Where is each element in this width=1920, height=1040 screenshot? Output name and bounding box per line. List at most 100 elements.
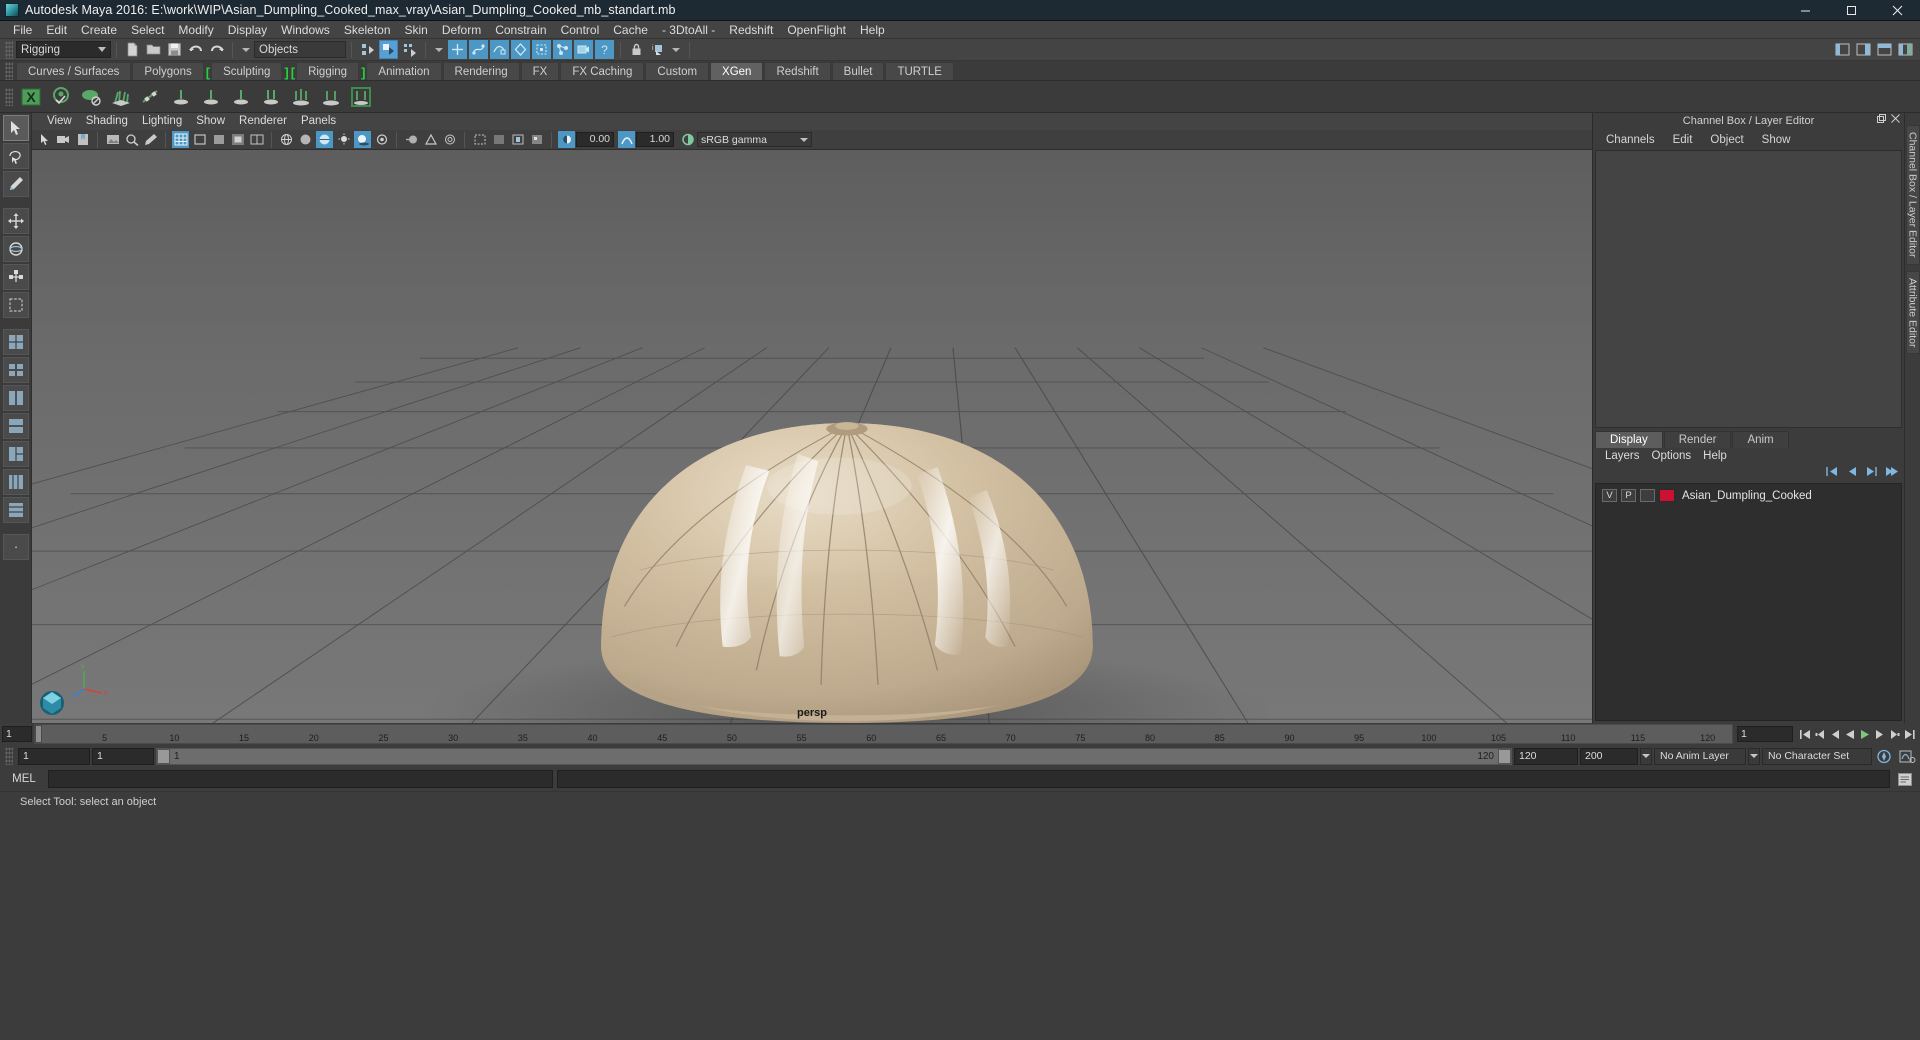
step-forward-key-icon[interactable] <box>1888 727 1902 742</box>
resolution-gate-icon[interactable] <box>210 131 227 148</box>
layer-editor-tab-render[interactable]: Render <box>1663 431 1732 448</box>
channel-box-menu-channels[interactable]: Channels <box>1597 131 1664 149</box>
grease-pencil-icon[interactable] <box>142 131 159 148</box>
step-back-key-icon[interactable] <box>1813 727 1827 742</box>
show-hide-tool-settings-icon[interactable] <box>1875 40 1894 59</box>
redo-icon[interactable] <box>207 40 226 59</box>
lock-icon[interactable] <box>627 40 646 59</box>
select-camera-icon[interactable] <box>36 131 53 148</box>
viewport-menu-renderer[interactable]: Renderer <box>232 113 294 130</box>
show-hide-attribute-editor-icon[interactable] <box>1854 40 1873 59</box>
side-tab-channel-box-layer-editor[interactable]: Channel Box / Layer Editor <box>1905 125 1920 265</box>
shelf-tab-curves-surfaces[interactable]: Curves / Surfaces <box>16 62 132 80</box>
film-gate-icon[interactable] <box>191 131 208 148</box>
range-slider-grip[interactable] <box>5 747 13 765</box>
command-language-label[interactable]: MEL <box>4 773 44 785</box>
multisample-aa-icon[interactable] <box>422 131 439 148</box>
viewport-menu-view[interactable]: View <box>40 113 79 130</box>
color-management-selector[interactable]: sRGB gamma <box>697 132 812 147</box>
range-end-handle[interactable] <box>1498 748 1511 764</box>
shelf-tab-redshift[interactable]: Redshift <box>764 62 831 80</box>
step-forward-frame-icon[interactable] <box>1873 727 1887 742</box>
xgen-preview-icon[interactable] <box>167 83 195 111</box>
screen-space-ao-icon[interactable] <box>373 131 390 148</box>
select-by-object-icon[interactable] <box>379 40 398 59</box>
field-chart-icon[interactable] <box>248 131 265 148</box>
mask-handle-icon[interactable] <box>448 40 467 59</box>
move-layer-down-icon[interactable] <box>1845 466 1858 480</box>
four-panes-icon[interactable] <box>2 469 29 495</box>
animation-start-time-field[interactable]: 1 <box>18 747 90 765</box>
save-scene-icon[interactable] <box>165 40 184 59</box>
menu-set-selector[interactable]: Rigging <box>16 41 111 58</box>
image-plane-icon[interactable] <box>104 131 121 148</box>
character-set-selector[interactable]: No Character Set <box>1762 747 1872 765</box>
select-tool-icon[interactable] <box>2 115 29 141</box>
gamma-value[interactable]: 1.00 <box>636 132 674 147</box>
mask-joint-icon[interactable] <box>553 40 572 59</box>
viewport-menu-show[interactable]: Show <box>189 113 232 130</box>
toolbar-grip[interactable] <box>5 40 13 59</box>
channel-box-content[interactable] <box>1595 150 1902 428</box>
menu-item-openflight[interactable]: OpenFlight <box>780 21 853 39</box>
command-input[interactable] <box>48 770 553 788</box>
quad-view-layout-icon[interactable] <box>2 329 29 355</box>
shelf-tab-rendering[interactable]: Rendering <box>442 62 520 80</box>
shade-with-wireframe-icon[interactable] <box>316 131 333 148</box>
color-management-icon[interactable] <box>679 131 696 148</box>
shelf-tab-fx-caching[interactable]: FX Caching <box>560 62 645 80</box>
history-icon[interactable]: i <box>648 40 667 59</box>
two-panes-side-icon[interactable] <box>2 385 29 411</box>
xgen-create-description-icon[interactable] <box>47 83 75 111</box>
new-layer-icon[interactable] <box>1865 466 1878 480</box>
more-layouts-icon[interactable]: · <box>2 534 29 560</box>
depth-of-field-icon[interactable] <box>441 131 458 148</box>
shelf-tab-fx[interactable]: FX <box>520 62 560 80</box>
display-layer-list[interactable]: V P Asian_Dumpling_Cooked <box>1595 483 1902 721</box>
time-slider-track[interactable]: 5 10 15 20 25 30 35 40 45 50 55 60 65 70 75 80 85 90 95 100… <box>34 724 1733 744</box>
close-icon[interactable] <box>1891 114 1901 124</box>
two-panes-stacked-icon[interactable] <box>2 413 29 439</box>
gate-mask-icon[interactable] <box>229 131 246 148</box>
viewport-menu-shading[interactable]: Shading <box>79 113 135 130</box>
menu-item-redshift[interactable]: Redshift <box>722 21 780 39</box>
rotate-tool-icon[interactable] <box>2 236 29 262</box>
isolate-select-icon[interactable] <box>471 131 488 148</box>
menu-item-deform[interactable]: Deform <box>435 21 488 39</box>
channel-box-menu-edit[interactable]: Edit <box>1664 131 1702 149</box>
layer-playback-toggle[interactable]: P <box>1621 489 1636 502</box>
menu-item-cache[interactable]: Cache <box>606 21 655 39</box>
mask-camera-icon[interactable] <box>574 40 593 59</box>
range-slider-track[interactable]: 1 120 <box>156 747 1512 765</box>
shelf-tab-bullet[interactable]: Bullet <box>831 62 885 80</box>
shelf-grip[interactable] <box>5 62 13 80</box>
range-start-handle[interactable] <box>157 748 170 764</box>
select-by-hierarchy-icon[interactable] <box>358 40 377 59</box>
side-tab-attribute-editor[interactable]: Attribute Editor <box>1905 270 1920 354</box>
menu-item-constrain[interactable]: Constrain <box>488 21 553 39</box>
mask-curve-icon[interactable] <box>469 40 488 59</box>
menu-item-skeleton[interactable]: Skeleton <box>337 21 398 39</box>
chevron-right-icon[interactable] <box>672 47 680 52</box>
layer-color-swatch[interactable] <box>1659 489 1675 502</box>
new-layer-from-selected-icon[interactable] <box>1885 466 1898 480</box>
xgen-editor-icon[interactable]: X <box>17 83 45 111</box>
scale-tool-icon[interactable] <box>2 264 29 290</box>
mask-light-icon[interactable] <box>532 40 551 59</box>
bookmarks-icon[interactable] <box>74 131 91 148</box>
use-all-lights-icon[interactable] <box>335 131 352 148</box>
mask-surface-icon[interactable] <box>490 40 509 59</box>
menu-item-3dtoall[interactable]: - 3DtoAll - <box>655 21 722 39</box>
layer-type-toggle[interactable] <box>1640 489 1655 502</box>
time-slider-playhead[interactable] <box>35 725 42 743</box>
channel-box-menu-show[interactable]: Show <box>1753 131 1800 149</box>
xgen-noise-icon[interactable] <box>227 83 255 111</box>
shelf-tab-rigging[interactable]: Rigging <box>296 62 360 80</box>
xgen-add-grooming-icon[interactable] <box>107 83 135 111</box>
layer-row[interactable]: V P Asian_Dumpling_Cooked <box>1596 487 1901 504</box>
menu-item-skin[interactable]: Skin <box>398 21 435 39</box>
menu-item-display[interactable]: Display <box>221 21 274 39</box>
motion-blur-icon[interactable] <box>403 131 420 148</box>
xgen-add-guides-icon[interactable] <box>137 83 165 111</box>
undock-icon[interactable] <box>1877 114 1887 124</box>
